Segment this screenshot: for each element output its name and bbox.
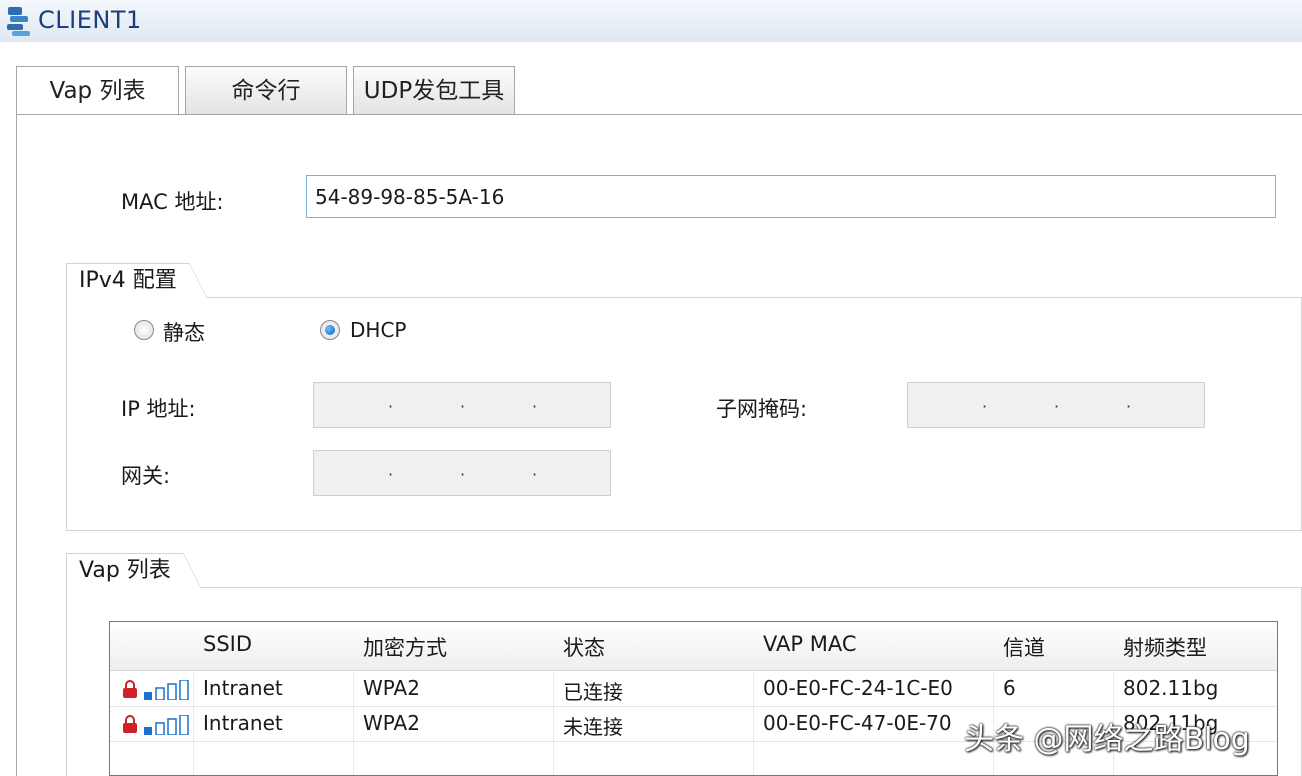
static-radio-button[interactable]	[134, 320, 154, 340]
app-icon	[7, 7, 30, 36]
cell-status: 未连接	[563, 715, 623, 739]
vap-table-header: SSID 加密方式 状态 VAP MAC 信道 射频类型	[110, 622, 1277, 671]
column-radio-type[interactable]: 射频类型	[1123, 632, 1207, 662]
lock-icon	[123, 715, 137, 733]
signal-icon	[144, 715, 189, 735]
column-ssid[interactable]: SSID	[203, 632, 252, 656]
ipv4-group-title: IPv4 配置	[66, 263, 207, 299]
subnet-mask-label: 子网掩码:	[716, 397, 808, 421]
cell-status: 已连接	[563, 680, 623, 704]
mac-address-field[interactable]	[306, 175, 1276, 218]
cell-encryption: WPA2	[363, 676, 420, 700]
cell-channel: 6	[1003, 676, 1016, 700]
vap-group-title: Vap 列表	[66, 553, 201, 589]
window-title: CLIENT1	[38, 6, 142, 34]
subnet-mask-field[interactable]: · · ·	[907, 382, 1205, 428]
watermark: 头条 @网络之路Blog	[964, 722, 1250, 757]
mac-label: MAC 地址:	[121, 190, 224, 214]
ip-address-label: IP 地址:	[121, 397, 196, 421]
gateway-label: 网关:	[121, 464, 171, 488]
vap-title-text: Vap 列表	[79, 558, 171, 583]
column-vap-mac[interactable]: VAP MAC	[763, 632, 857, 656]
cell-ssid: Intranet	[203, 711, 283, 735]
tab-udp-tool[interactable]: UDP发包工具	[353, 66, 515, 114]
gateway-field[interactable]: · · ·	[313, 450, 611, 496]
column-encryption[interactable]: 加密方式	[363, 632, 447, 662]
dhcp-label: DHCP	[350, 318, 407, 342]
cell-encryption: WPA2	[363, 711, 420, 735]
cell-ssid: Intranet	[203, 676, 283, 700]
tab-vap-list[interactable]: Vap 列表	[16, 66, 179, 116]
tab-command-line[interactable]: 命令行	[185, 66, 347, 114]
lock-icon	[123, 680, 137, 698]
signal-icon	[144, 680, 189, 700]
static-label: 静态	[163, 321, 205, 345]
cell-vap-mac: 00-E0-FC-47-0E-70	[763, 711, 952, 735]
column-status[interactable]: 状态	[563, 632, 605, 662]
column-channel[interactable]: 信道	[1003, 632, 1045, 662]
title-bar: CLIENT1	[0, 0, 1302, 43]
ip-address-field[interactable]: · · ·	[313, 382, 611, 428]
cell-radio-type: 802.11bg	[1123, 676, 1219, 700]
dhcp-radio-button[interactable]	[320, 320, 340, 340]
table-row[interactable]: Intranet WPA2 已连接 00-E0-FC-24-1C-E0 6 80…	[110, 672, 1277, 707]
cell-vap-mac: 00-E0-FC-24-1C-E0	[763, 676, 953, 700]
ipv4-title-text: IPv4 配置	[79, 268, 177, 293]
